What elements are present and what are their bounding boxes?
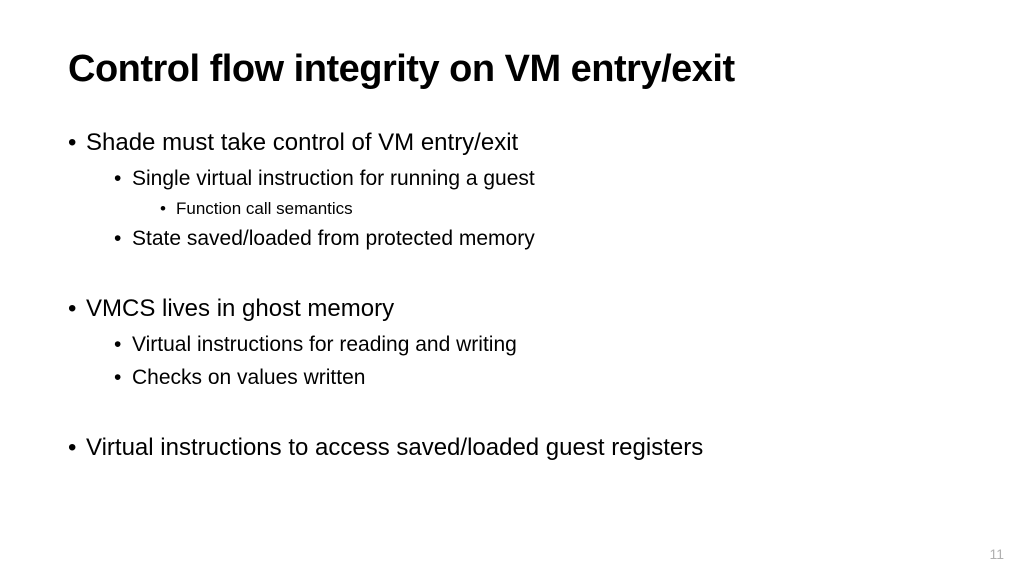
bullet-level1: VMCS lives in ghost memory Virtual instr… xyxy=(68,293,956,392)
bullet-level3: Function call semantics xyxy=(160,198,956,221)
bullet-level1: Virtual instructions to access saved/loa… xyxy=(68,432,956,464)
slide-title: Control flow integrity on VM entry/exit xyxy=(68,48,956,91)
slide: Control flow integrity on VM entry/exit … xyxy=(0,0,1024,464)
bullet-text: VMCS lives in ghost memory xyxy=(86,295,394,322)
bullet-list: Shade must take control of VM entry/exit… xyxy=(68,127,956,464)
bullet-level1: Shade must take control of VM entry/exit… xyxy=(68,127,956,253)
bullet-level2: Virtual instructions for reading and wri… xyxy=(114,331,956,359)
spacer xyxy=(68,257,956,289)
bullet-text: State saved/loaded from protected memory xyxy=(132,227,535,250)
bullet-text: Function call semantics xyxy=(176,199,353,218)
bullet-text: Virtual instructions for reading and wri… xyxy=(132,333,517,356)
bullet-level2: State saved/loaded from protected memory xyxy=(114,225,956,253)
bullet-sublist: Function call semantics xyxy=(132,198,956,221)
spacer xyxy=(68,396,956,428)
page-number: 11 xyxy=(989,546,1004,562)
bullet-text: Single virtual instruction for running a… xyxy=(132,167,535,190)
bullet-sublist: Single virtual instruction for running a… xyxy=(86,165,956,253)
bullet-level2: Checks on values written xyxy=(114,364,956,392)
bullet-text: Shade must take control of VM entry/exit xyxy=(86,129,518,156)
bullet-text: Virtual instructions to access saved/loa… xyxy=(86,434,703,461)
bullet-sublist: Virtual instructions for reading and wri… xyxy=(86,331,956,392)
bullet-level2: Single virtual instruction for running a… xyxy=(114,165,956,220)
bullet-text: Checks on values written xyxy=(132,366,365,389)
